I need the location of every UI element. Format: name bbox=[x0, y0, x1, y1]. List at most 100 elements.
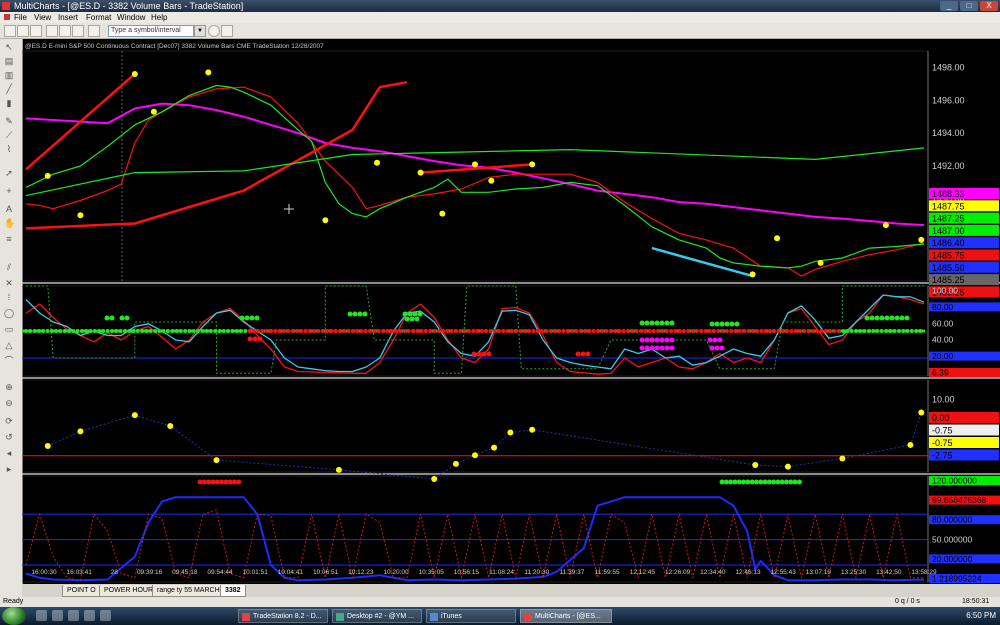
scroll-left-icon[interactable]: ◂ bbox=[4, 449, 14, 458]
app-icon bbox=[524, 613, 532, 621]
clock-icon[interactable] bbox=[208, 25, 220, 37]
pointer-icon[interactable]: ↖ bbox=[4, 43, 14, 52]
y-tick-label: 1492.00 bbox=[932, 161, 965, 171]
y-tick-label: 1494.00 bbox=[932, 128, 965, 138]
midline-dot bbox=[436, 329, 441, 333]
menu-help[interactable]: Help bbox=[151, 12, 167, 23]
signal-dot bbox=[775, 479, 781, 485]
midline-dot bbox=[221, 329, 226, 333]
value-label: -2.75 bbox=[932, 451, 953, 461]
midline-dot bbox=[475, 329, 480, 333]
chart-canvas[interactable]: @ES.D E-mini S&P 500 Continuous Contract… bbox=[22, 39, 1000, 584]
signal-dot bbox=[639, 337, 645, 343]
chart-type-icon[interactable]: ▤ bbox=[4, 57, 14, 66]
save-icon[interactable] bbox=[30, 25, 42, 37]
swing-point-marker bbox=[205, 69, 212, 76]
indicator-icon[interactable] bbox=[88, 25, 100, 37]
maximize-button[interactable]: □ bbox=[960, 1, 978, 11]
line-chart-icon[interactable]: ╱ bbox=[4, 85, 14, 94]
midline-dot bbox=[509, 329, 514, 333]
midline-dot bbox=[548, 329, 553, 333]
channel-icon[interactable]: ⫽ bbox=[4, 263, 14, 272]
minimize-button[interactable]: _ bbox=[940, 1, 958, 11]
trendline-icon[interactable]: ⟋ bbox=[4, 131, 14, 140]
refresh-icon[interactable]: ⟳ bbox=[4, 417, 14, 426]
text-icon[interactable]: A bbox=[4, 205, 14, 214]
quicklaunch-icon[interactable] bbox=[84, 610, 95, 621]
dot-point bbox=[431, 476, 438, 483]
signal-dot bbox=[664, 337, 670, 343]
hand-icon[interactable]: ✋ bbox=[4, 219, 15, 228]
signal-dot bbox=[792, 479, 798, 485]
symbol-input[interactable]: Type a symbol/interval bbox=[108, 25, 194, 37]
menu-window[interactable]: Window bbox=[117, 12, 145, 23]
undo-icon[interactable]: ↺ bbox=[4, 433, 14, 442]
quicklaunch-icon[interactable] bbox=[68, 610, 79, 621]
series-line bbox=[25, 84, 925, 269]
start-button[interactable] bbox=[2, 607, 26, 625]
midline-dot bbox=[587, 329, 592, 333]
dot-point bbox=[752, 461, 759, 468]
new-chart-icon[interactable] bbox=[4, 25, 16, 37]
zigzag-icon[interactable]: ⌇ bbox=[4, 145, 14, 154]
fibonacci-icon[interactable]: ≡ bbox=[4, 235, 14, 244]
midline-dot bbox=[879, 329, 884, 333]
crosshair-icon[interactable]: + bbox=[4, 187, 14, 196]
rectangle-icon[interactable]: ▭ bbox=[4, 325, 14, 334]
midline-dot bbox=[183, 329, 188, 333]
zoom-in-icon[interactable]: ⊕ bbox=[4, 383, 14, 392]
chevron-down-icon[interactable]: ▼ bbox=[194, 25, 206, 37]
midline-dot bbox=[552, 329, 557, 333]
bars-icon[interactable]: ▥ bbox=[4, 71, 14, 80]
scroll-right-icon[interactable]: ▸ bbox=[4, 465, 14, 474]
swing-point-marker bbox=[77, 212, 84, 219]
tab-range-march[interactable]: range ty 55 MARCH bbox=[152, 585, 225, 597]
close-button[interactable]: X bbox=[980, 1, 998, 11]
taskbar-item-tradestation[interactable]: TradeStation 8.2 - D... bbox=[238, 609, 328, 623]
candle-icon[interactable]: ▮ bbox=[4, 99, 14, 108]
print-icon[interactable] bbox=[46, 25, 58, 37]
menu-file[interactable]: File bbox=[14, 12, 27, 23]
midline-dot bbox=[170, 329, 175, 333]
signal-dot bbox=[197, 479, 203, 485]
app-icon bbox=[336, 613, 344, 621]
quicklaunch-icon[interactable] bbox=[36, 610, 47, 621]
signal-dot bbox=[745, 479, 751, 485]
menu-format[interactable]: Format bbox=[86, 12, 111, 23]
settings-icon[interactable] bbox=[221, 25, 233, 37]
taskbar-item-desktop[interactable]: Desktop #2 - @YM ... bbox=[332, 609, 422, 623]
gann-icon[interactable]: ✕ bbox=[4, 279, 14, 288]
ellipse-icon[interactable]: ◯ bbox=[4, 309, 14, 318]
midline-dot bbox=[398, 329, 403, 333]
value-label: -0.75 bbox=[932, 438, 953, 448]
quicklaunch-icon[interactable] bbox=[100, 610, 111, 621]
signal-dot bbox=[257, 336, 263, 342]
taskbar-item-multicharts[interactable]: MultiCharts - [@ES... bbox=[520, 609, 612, 623]
tab-power-hour[interactable]: POWER HOUR bbox=[99, 585, 158, 597]
cycle-icon[interactable]: ⁞ bbox=[4, 293, 14, 302]
pen-icon[interactable]: ✎ bbox=[4, 117, 14, 126]
tab-3382[interactable]: 3382 bbox=[220, 585, 246, 597]
open-icon[interactable] bbox=[17, 25, 29, 37]
quicklaunch-icon[interactable] bbox=[52, 610, 63, 621]
taskbar-item-itunes[interactable]: iTunes bbox=[426, 609, 516, 623]
arc-icon[interactable]: ⌒ bbox=[4, 357, 14, 366]
menu-insert[interactable]: Insert bbox=[58, 12, 78, 23]
triangle-icon[interactable]: △ bbox=[4, 341, 14, 350]
time-axis: 16:00:30 16:03:41 28 09:39:16 09:45:18 09:54:… bbox=[31, 569, 937, 576]
menu-view[interactable]: View bbox=[34, 12, 51, 23]
midline-dot bbox=[273, 329, 278, 333]
tab-point-o[interactable]: POINT O bbox=[62, 585, 101, 597]
signal-dot bbox=[749, 479, 755, 485]
midline-dot bbox=[712, 329, 716, 333]
signal-dot bbox=[249, 315, 255, 321]
midline-dot bbox=[92, 329, 97, 333]
cut-icon[interactable] bbox=[59, 25, 71, 37]
signal-dot bbox=[231, 479, 237, 485]
zoom-out-icon[interactable]: ⊖ bbox=[4, 399, 14, 408]
midline-dot bbox=[914, 329, 919, 333]
midline-dot bbox=[565, 329, 570, 333]
arrow-icon[interactable]: ➚ bbox=[4, 169, 14, 178]
midline-dot bbox=[458, 329, 463, 333]
copy-icon[interactable] bbox=[72, 25, 84, 37]
